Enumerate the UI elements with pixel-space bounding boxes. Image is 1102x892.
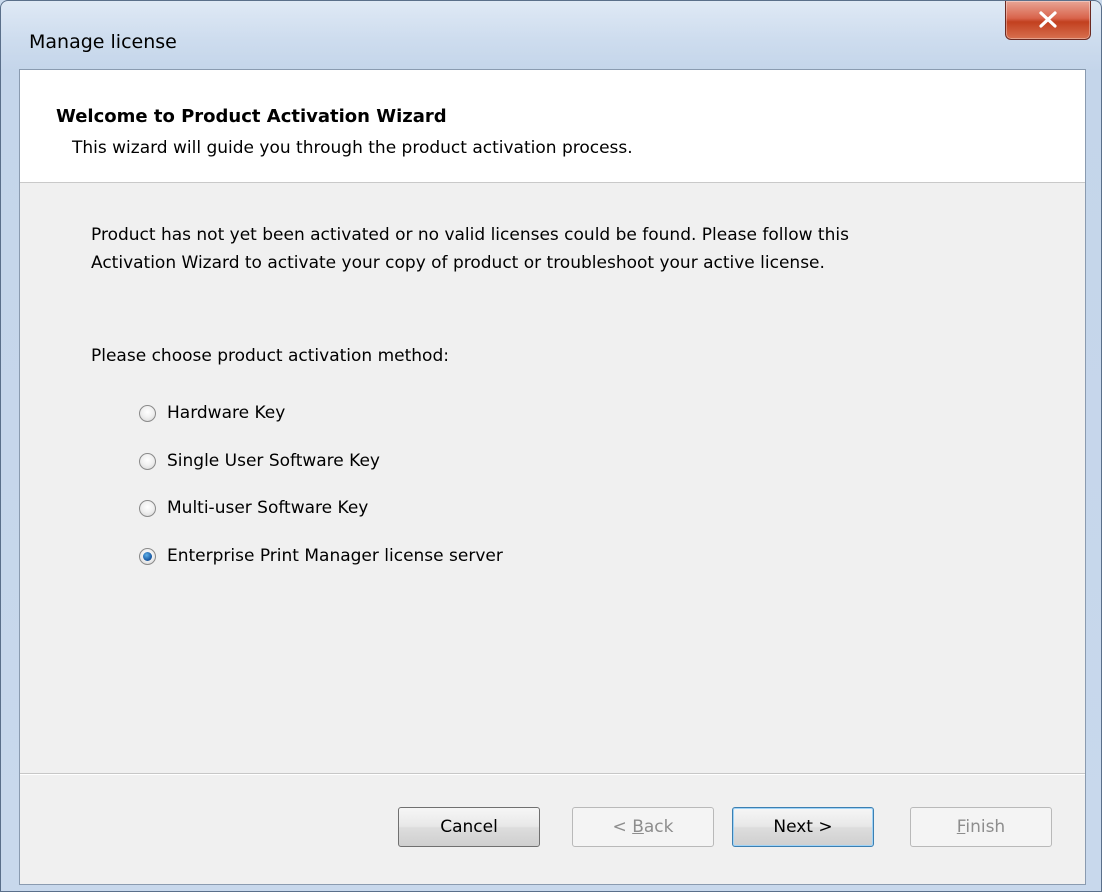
wizard-header: Welcome to Product Activation Wizard Thi… [20, 70, 1085, 183]
title-bar[interactable]: Manage license [1, 1, 1101, 69]
close-icon [1039, 11, 1057, 28]
cancel-button[interactable]: Cancel [398, 807, 540, 847]
intro-line-2: Activation Wizard to activate your copy … [91, 253, 825, 273]
back-label-rest: ack [643, 817, 674, 837]
finish-button-label: Finish [957, 817, 1005, 837]
activation-method-label: Please choose product activation method: [91, 346, 449, 366]
radio-hardware-key[interactable]: Hardware Key [139, 400, 285, 426]
radio-multi-user-software-key[interactable]: Multi-user Software Key [139, 495, 368, 521]
cancel-button-label: Cancel [440, 817, 498, 837]
radio-label: Single User Software Key [167, 451, 380, 471]
back-button[interactable]: < Back [572, 807, 714, 847]
intro-line-1: Product has not yet been activated or no… [91, 225, 849, 245]
radio-button[interactable] [139, 499, 156, 517]
back-mnemonic: B [632, 817, 644, 837]
next-button[interactable]: Next > [732, 807, 874, 847]
radio-label: Hardware Key [167, 403, 286, 423]
back-button-label: < Back [613, 817, 674, 837]
radio-button[interactable] [139, 452, 156, 470]
radio-label: Multi-user Software Key [167, 498, 369, 518]
wizard-subtitle: This wizard will guide you through the p… [72, 138, 633, 158]
finish-button[interactable]: Finish [910, 807, 1052, 847]
radio-enterprise-print-manager[interactable]: Enterprise Print Manager license server [139, 543, 503, 569]
radio-single-user-software-key[interactable]: Single User Software Key [139, 448, 380, 474]
radio-button[interactable] [139, 404, 156, 422]
footer-separator [20, 773, 1085, 775]
next-button-label: Next > [773, 817, 833, 837]
back-arrow: < [612, 817, 633, 837]
manage-license-window: Manage license Welcome to Product Activa… [0, 0, 1102, 892]
window-title: Manage license [29, 31, 177, 53]
radio-label: Enterprise Print Manager license server [167, 546, 503, 566]
wizard-title: Welcome to Product Activation Wizard [56, 106, 447, 127]
radio-button-selected[interactable] [139, 547, 156, 565]
wizard-content: Welcome to Product Activation Wizard Thi… [19, 69, 1086, 885]
intro-text: Product has not yet been activated or no… [91, 221, 1051, 277]
close-button[interactable] [1005, 1, 1091, 40]
finish-label-rest: inish [965, 817, 1006, 837]
